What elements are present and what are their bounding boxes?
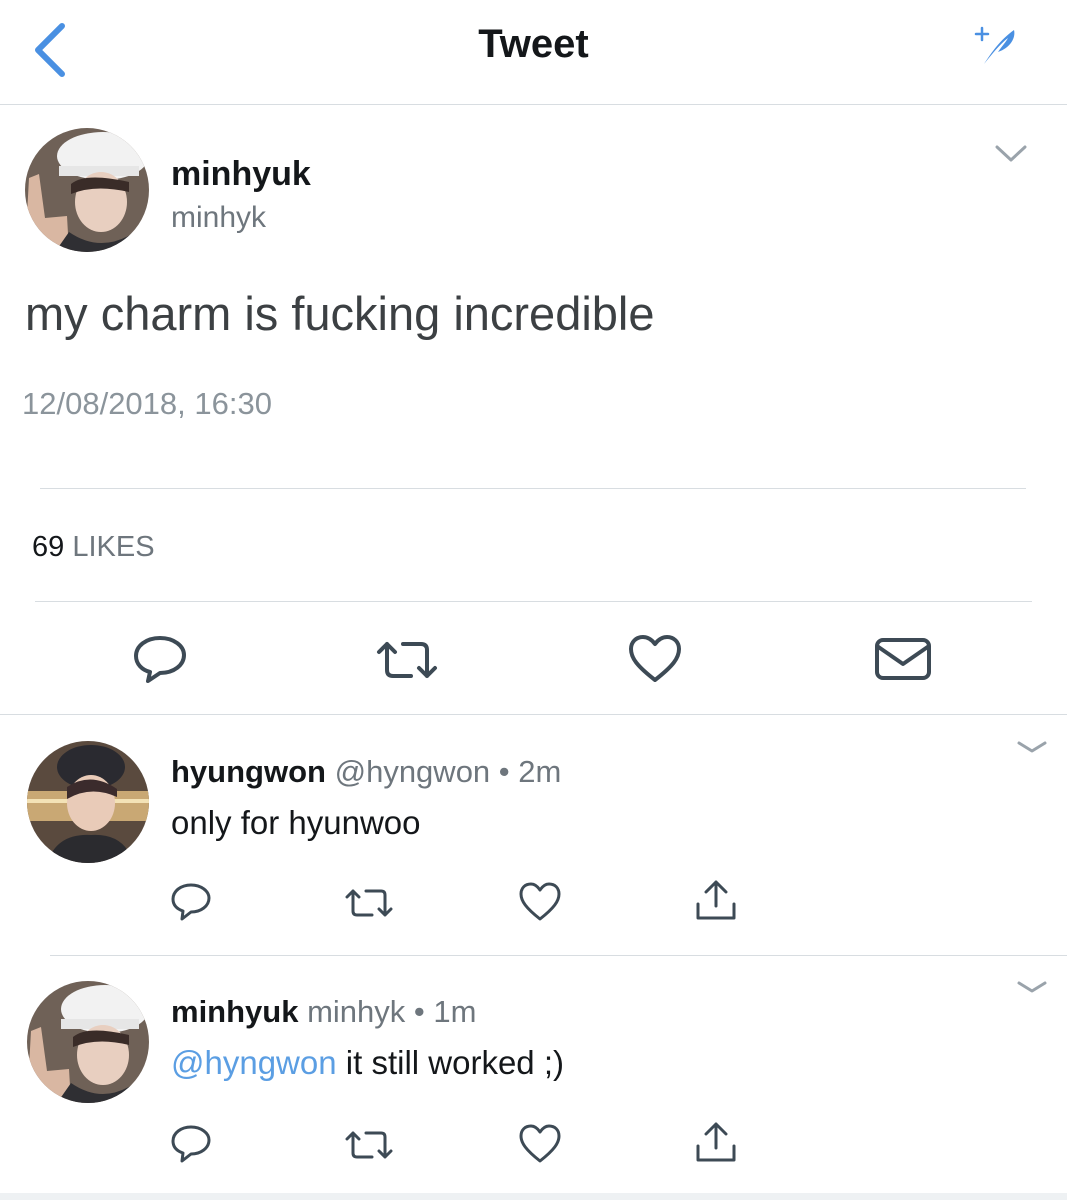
author-handle[interactable]: minhyk	[171, 201, 266, 235]
reply-icon[interactable]	[170, 882, 212, 922]
retweet-icon[interactable]	[375, 638, 439, 682]
divider	[50, 955, 1067, 956]
divider	[0, 714, 1067, 715]
likes-label: LIKES	[72, 531, 155, 563]
page-title: Tweet	[478, 22, 589, 66]
tweet-text: my charm is fucking incredible	[25, 287, 655, 340]
retweet-icon[interactable]	[344, 1128, 394, 1162]
bottom-edge	[0, 1193, 1067, 1200]
reply-text: only for hyunwoo	[171, 804, 421, 841]
chevron-down-icon[interactable]	[1016, 739, 1048, 755]
divider	[35, 601, 1032, 602]
author-display-name[interactable]: minhyuk	[171, 155, 311, 194]
likes-number: 69	[32, 531, 65, 563]
mention-link[interactable]: @hyngwon	[171, 1044, 337, 1081]
reply-time: 1m	[433, 994, 477, 1029]
reply-handle[interactable]: @hyngwon	[335, 754, 491, 789]
avatar[interactable]	[27, 741, 149, 863]
like-icon[interactable]	[518, 1124, 562, 1164]
reply-header: minhyuk minhyk • 1m	[171, 994, 476, 1030]
separator-dot: •	[498, 754, 510, 789]
chevron-down-icon[interactable]	[1016, 979, 1048, 995]
reply-icon[interactable]	[170, 1124, 212, 1164]
direct-message-icon[interactable]	[874, 636, 932, 682]
tweet-timestamp: 12/08/2018, 16:30	[22, 386, 272, 421]
avatar[interactable]	[27, 981, 149, 1103]
avatar[interactable]	[25, 128, 149, 252]
share-icon[interactable]	[694, 1120, 738, 1164]
share-icon[interactable]	[694, 878, 738, 922]
chevron-down-icon[interactable]	[994, 143, 1028, 165]
retweet-icon[interactable]	[344, 886, 394, 920]
compose-tweet-icon[interactable]	[970, 24, 1022, 68]
reply-handle[interactable]: minhyk	[307, 994, 405, 1029]
like-icon[interactable]	[627, 634, 683, 684]
reply-body: it still worked ;)	[336, 1044, 564, 1081]
reply-display-name[interactable]: minhyuk	[171, 994, 298, 1029]
reply-time: 2m	[518, 754, 562, 789]
separator-dot: •	[413, 994, 425, 1029]
likes-count[interactable]: 69 LIKES	[32, 531, 155, 564]
divider	[40, 488, 1026, 489]
reply-text: @hyngwon it still worked ;)	[171, 1044, 564, 1082]
header-divider	[0, 104, 1067, 105]
like-icon[interactable]	[518, 882, 562, 922]
reply-header: hyungwon @hyngwon • 2m	[171, 754, 561, 790]
reply-icon[interactable]	[132, 634, 188, 684]
reply-display-name[interactable]: hyungwon	[171, 754, 326, 789]
